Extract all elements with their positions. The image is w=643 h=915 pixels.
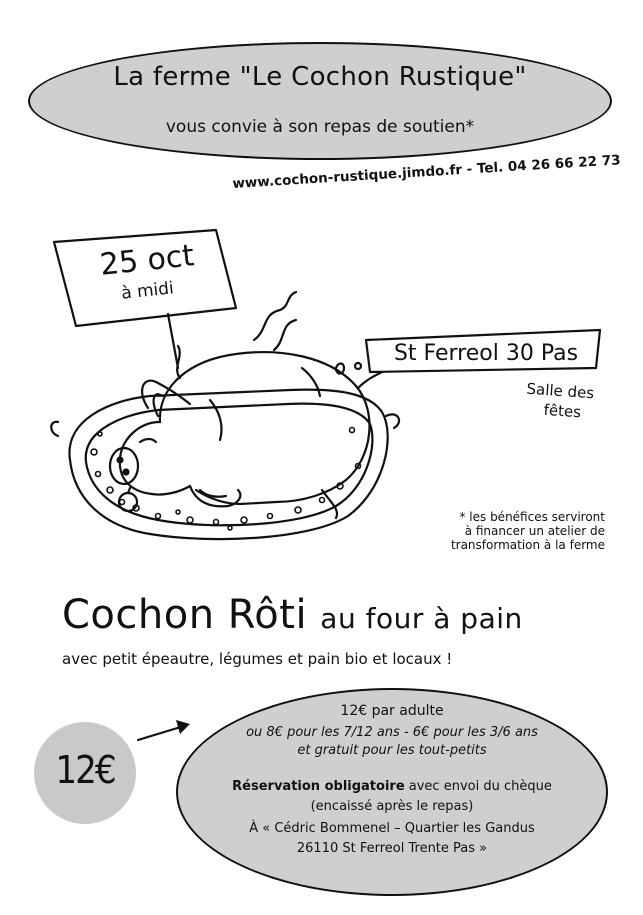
main-title-small: au four à pain: [320, 602, 523, 635]
sign-place-line2: Salle des: [526, 380, 595, 403]
cashed-note: (encaissé après le repas): [310, 799, 474, 814]
price-adult: 12€ par adulte: [340, 703, 444, 719]
reservation-bold: Réservation obligatoire: [232, 779, 405, 794]
reservation-rest: avec envoi du chèque: [404, 779, 552, 794]
main-title: Cochon Rôti au four à pain: [62, 592, 523, 638]
header-title: La ferme "Le Cochon Rustique": [113, 62, 527, 92]
flyer-page: La ferme "Le Cochon Rustique" vous convi…: [0, 0, 643, 915]
main-title-big: Cochon Rôti: [62, 592, 308, 638]
price-toddlers: et gratuit pour les tout-petits: [297, 743, 487, 758]
sign-place-line3: fêtes: [543, 401, 582, 422]
header-subtitle: vous convie à son repas de soutien*: [165, 117, 475, 137]
arrow-right-icon: [136, 720, 190, 742]
footnote-line1: * les bénéfices serviront: [459, 510, 605, 524]
price-badge-text: 12€: [55, 748, 116, 792]
address-line1: À « Cédric Bommenel – Quartier les Gandu…: [249, 821, 535, 836]
header-ellipse: [28, 42, 612, 160]
footnote-line2: à financer un atelier de: [464, 524, 605, 538]
price-children: ou 8€ pour les 7/12 ans - 6€ pour les 3/…: [246, 725, 538, 740]
footnote: * les bénéfices serviront à financer un …: [400, 510, 605, 552]
reservation-line: Réservation obligatoire avec envoi du ch…: [196, 778, 588, 795]
footnote-line3: transformation à la ferme: [450, 538, 605, 552]
address-line2: 26110 St Ferreol Trente Pas »: [296, 841, 488, 856]
sign-place-line1: St Ferreol 30 Pas: [394, 341, 578, 366]
tagline: avec petit épeautre, légumes et pain bio…: [62, 650, 453, 668]
